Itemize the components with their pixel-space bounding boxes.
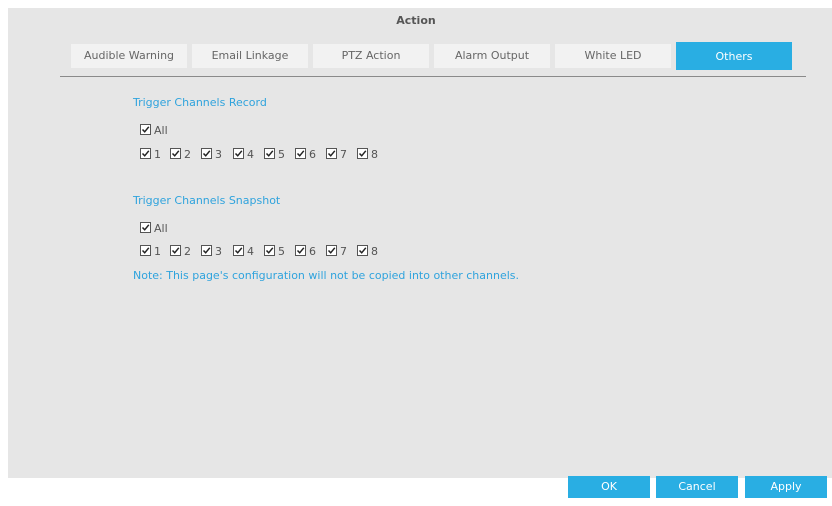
record-channel-8-label: 8 <box>371 148 378 161</box>
record-all-checkbox[interactable]: All <box>140 124 168 138</box>
record-channel-2-label: 2 <box>184 148 191 161</box>
checkbox-checked-icon <box>140 222 151 233</box>
page-title: Action <box>396 14 436 27</box>
section-title-record: Trigger Channels Record <box>133 96 267 109</box>
snapshot-channel-4-label: 4 <box>247 245 254 258</box>
record-channel-7-checkbox[interactable]: 7 <box>326 148 347 162</box>
snapshot-channel-3-label: 3 <box>215 245 222 258</box>
checkbox-checked-icon <box>201 148 212 159</box>
checkbox-checked-icon <box>264 148 275 159</box>
section-title-snapshot: Trigger Channels Snapshot <box>133 194 281 207</box>
snapshot-channel-2-checkbox[interactable]: 2 <box>170 245 191 259</box>
snapshot-all-label: All <box>154 222 168 235</box>
snapshot-channel-5-checkbox[interactable]: 5 <box>264 245 285 259</box>
tab-others[interactable]: Others <box>676 42 792 70</box>
record-channel-6-label: 6 <box>309 148 316 161</box>
tab-audible-warning[interactable]: Audible Warning <box>71 44 187 68</box>
record-channel-4-label: 4 <box>247 148 254 161</box>
record-channel-3-label: 3 <box>215 148 222 161</box>
snapshot-channel-7-label: 7 <box>340 245 347 258</box>
checkbox-checked-icon <box>140 245 151 256</box>
checkbox-checked-icon <box>326 148 337 159</box>
record-channel-8-checkbox[interactable]: 8 <box>357 148 378 162</box>
record-channel-5-checkbox[interactable]: 5 <box>264 148 285 162</box>
snapshot-all-checkbox[interactable]: All <box>140 222 168 236</box>
checkbox-checked-icon <box>357 245 368 256</box>
record-channel-6-checkbox[interactable]: 6 <box>295 148 316 162</box>
snapshot-channel-4-checkbox[interactable]: 4 <box>233 245 254 259</box>
snapshot-channel-1-label: 1 <box>154 245 161 258</box>
tab-email-linkage[interactable]: Email Linkage <box>192 44 308 68</box>
snapshot-channel-3-checkbox[interactable]: 3 <box>201 245 222 259</box>
record-channel-7-label: 7 <box>340 148 347 161</box>
snapshot-channel-6-checkbox[interactable]: 6 <box>295 245 316 259</box>
snapshot-channel-6-label: 6 <box>309 245 316 258</box>
record-channel-3-checkbox[interactable]: 3 <box>201 148 222 162</box>
record-channel-1-checkbox[interactable]: 1 <box>140 148 161 162</box>
snapshot-channel-8-checkbox[interactable]: 8 <box>357 245 378 259</box>
ok-button[interactable]: OK <box>568 476 650 498</box>
record-all-label: All <box>154 124 168 137</box>
record-channel-1-label: 1 <box>154 148 161 161</box>
snapshot-channel-2-label: 2 <box>184 245 191 258</box>
apply-button[interactable]: Apply <box>745 476 827 498</box>
checkbox-checked-icon <box>295 148 306 159</box>
snapshot-channel-7-checkbox[interactable]: 7 <box>326 245 347 259</box>
checkbox-checked-icon <box>140 124 151 135</box>
checkbox-checked-icon <box>140 148 151 159</box>
checkbox-checked-icon <box>264 245 275 256</box>
checkbox-checked-icon <box>295 245 306 256</box>
cancel-button[interactable]: Cancel <box>656 476 738 498</box>
checkbox-checked-icon <box>170 245 181 256</box>
snapshot-channel-5-label: 5 <box>278 245 285 258</box>
tab-white-led[interactable]: White LED <box>555 44 671 68</box>
note-text: Note: This page's configuration will not… <box>133 269 520 282</box>
checkbox-checked-icon <box>233 245 244 256</box>
snapshot-channel-1-checkbox[interactable]: 1 <box>140 245 161 259</box>
record-channel-4-checkbox[interactable]: 4 <box>233 148 254 162</box>
checkbox-checked-icon <box>170 148 181 159</box>
checkbox-checked-icon <box>233 148 244 159</box>
action-panel <box>8 8 832 478</box>
record-channel-2-checkbox[interactable]: 2 <box>170 148 191 162</box>
tab-divider <box>60 76 806 77</box>
record-channel-5-label: 5 <box>278 148 285 161</box>
checkbox-checked-icon <box>201 245 212 256</box>
tab-alarm-output[interactable]: Alarm Output <box>434 44 550 68</box>
tab-ptz-action[interactable]: PTZ Action <box>313 44 429 68</box>
checkbox-checked-icon <box>326 245 337 256</box>
snapshot-channel-8-label: 8 <box>371 245 378 258</box>
checkbox-checked-icon <box>357 148 368 159</box>
